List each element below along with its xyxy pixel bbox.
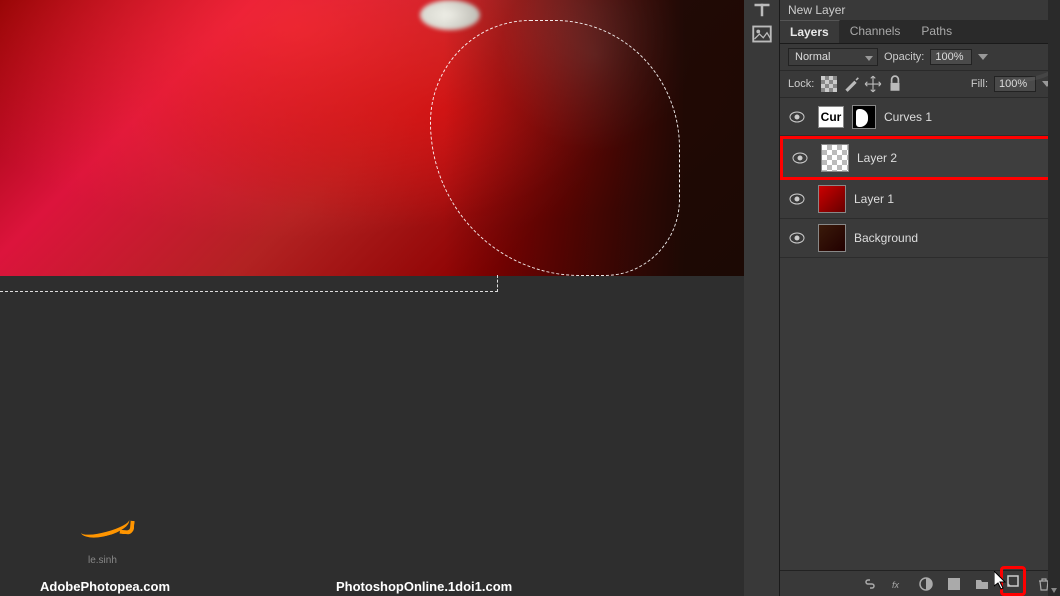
panels-stack: New Layer Layers Channels Paths Normal O… — [744, 0, 1060, 596]
lock-position-icon[interactable] — [864, 75, 882, 93]
canvas-area[interactable]: le.sinh AdobePhotopea.com PhotoshopOnlin… — [0, 0, 744, 596]
document-image — [0, 0, 744, 276]
visibility-toggle-icon[interactable] — [788, 229, 806, 247]
tab-paths[interactable]: Paths — [911, 20, 963, 43]
watermark-logo: le.sinh — [80, 516, 160, 566]
opacity-value[interactable]: 100% — [930, 49, 972, 65]
lock-all-icon[interactable] — [886, 75, 904, 93]
image-highlight — [420, 0, 480, 30]
fill-label: Fill: — [971, 78, 988, 90]
layer-name[interactable]: Layer 2 — [857, 151, 897, 165]
visibility-toggle-icon[interactable] — [788, 190, 806, 208]
layer-row-layer2[interactable]: Layer 2 — [780, 136, 1060, 180]
group-layers-icon[interactable] — [972, 574, 992, 594]
selection-marquee-bottom — [0, 275, 498, 292]
lock-transparency-icon[interactable] — [820, 75, 838, 93]
blend-mode-select[interactable]: Normal — [788, 48, 878, 66]
layer-name[interactable]: Curves 1 — [884, 110, 932, 124]
layers-panel: New Layer Layers Channels Paths Normal O… — [780, 0, 1060, 596]
opacity-label: Opacity: — [884, 51, 924, 63]
layer-row-background[interactable]: Background — [780, 219, 1060, 258]
svg-text:fx: fx — [892, 580, 900, 590]
layer-name[interactable]: Layer 1 — [854, 192, 894, 206]
visibility-toggle-icon[interactable] — [791, 149, 809, 167]
visibility-toggle-icon[interactable] — [788, 108, 806, 126]
type-panel-icon[interactable] — [752, 2, 772, 18]
layer-row-curves[interactable]: Cur Curves 1 — [780, 98, 1060, 136]
layers-list: Cur Curves 1 Layer 2 Layer 1 — [780, 98, 1060, 570]
layer-row-layer1[interactable]: Layer 1 — [780, 180, 1060, 219]
lock-label: Lock: — [788, 78, 814, 90]
adjustment-layer-icon[interactable] — [944, 574, 964, 594]
adjustment-layer-thumb[interactable]: Cur — [818, 106, 844, 128]
tab-layers[interactable]: Layers — [780, 20, 840, 43]
image-panel-icon[interactable] — [752, 26, 772, 42]
credits-bar: AdobePhotopea.com PhotoshopOnline.1doi1.… — [0, 576, 744, 596]
credit-left: AdobePhotopea.com — [40, 579, 170, 594]
tab-channels[interactable]: Channels — [840, 20, 912, 43]
layer-thumb[interactable] — [818, 185, 846, 213]
lock-pixels-icon[interactable] — [842, 75, 860, 93]
add-mask-icon[interactable] — [916, 574, 936, 594]
link-layers-icon[interactable] — [860, 574, 880, 594]
layer-thumb[interactable] — [818, 224, 846, 252]
opacity-dropdown-icon[interactable] — [978, 54, 988, 60]
layer-thumb[interactable] — [821, 144, 849, 172]
credit-center: PhotoshopOnline.1doi1.com — [336, 579, 512, 594]
new-layer-icon[interactable] — [1000, 566, 1026, 596]
panel-tooltip: New Layer — [780, 0, 1060, 20]
collapsed-panel-dock — [744, 0, 780, 596]
panel-tabs: Layers Channels Paths — [780, 20, 1060, 44]
layer-mask-thumb[interactable] — [852, 105, 876, 129]
layer-name[interactable]: Background — [854, 231, 918, 245]
layers-panel-footer: fx — [780, 570, 1060, 596]
panel-scrollbar[interactable] — [1048, 0, 1060, 596]
layer-effects-icon[interactable]: fx — [888, 574, 908, 594]
